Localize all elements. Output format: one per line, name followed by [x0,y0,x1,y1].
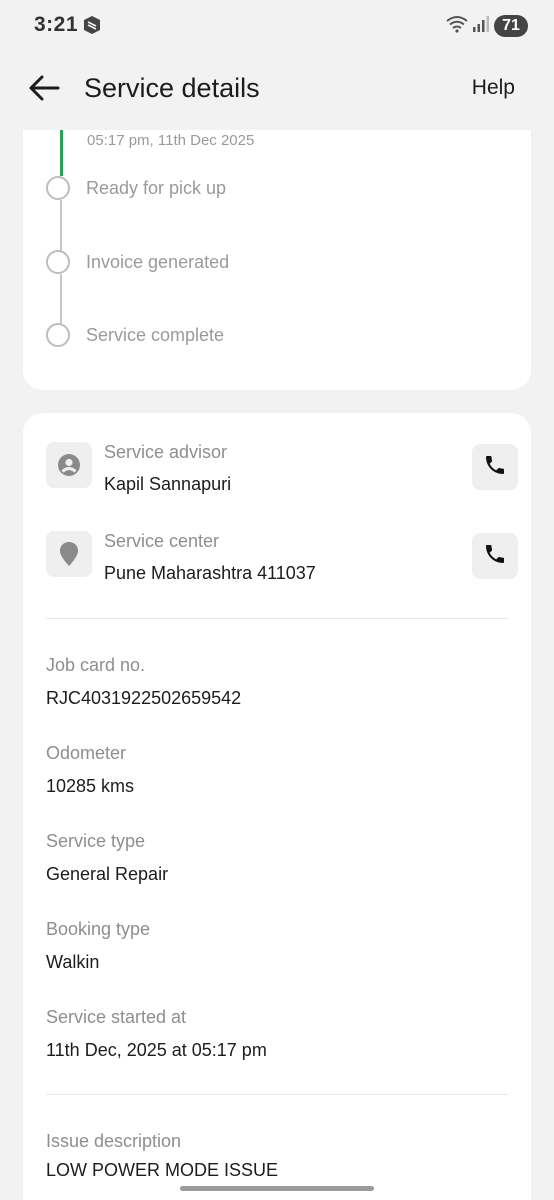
timeline-step-label: Service complete [86,324,225,345]
call-center-button[interactable] [472,533,518,579]
service-type-label: Service type [46,831,146,851]
service-started-field: Service started at 11th Dec, 2025 at 05:… [46,1007,508,1061]
booking-type-value: Walkin [46,952,100,972]
service-advisor-name: Kapil Sannapuri [104,474,232,494]
issue-description-label: Issue description [46,1131,182,1151]
step-circle-icon [46,323,70,347]
location-pin-icon [46,531,92,577]
timeline-step: Invoice generated [46,246,506,278]
timeline-progress-line [60,130,63,176]
booking-type-field: Booking type Walkin [46,919,508,973]
job-card-label: Job card no. [46,655,146,675]
job-card-value: RJC4031922502659542 [46,688,242,708]
odometer-value: 10285 kms [46,776,135,796]
section-divider [46,1094,508,1095]
service-advisor-row: Service advisor Kapil Sannapuri [46,442,518,500]
wifi-icon [446,15,468,38]
arrow-left-icon [28,74,60,107]
service-details-card: Service advisor Kapil Sannapuri Service … [23,413,531,1200]
service-center-address: Pune Maharashtra 411037 [104,563,316,583]
battery-icon: 71 [494,15,528,37]
timeline-connector [60,274,62,324]
app-notification-icon [82,15,102,35]
service-center-row: Service center Pune Maharashtra 411037 [46,531,518,589]
page-title: Service details [84,73,260,103]
service-timeline-card: 05:17 pm, 11th Dec 2025 Ready for pick u… [23,130,531,390]
service-center-label: Service center [104,531,220,551]
service-type-value: General Repair [46,864,169,884]
service-started-label: Service started at [46,1007,187,1027]
status-icons: 71 [446,14,528,38]
signal-icon [472,15,490,38]
timeline-step-label: Invoice generated [86,251,230,272]
timeline-step: Service complete [46,319,506,351]
content-scroll-area[interactable]: 05:17 pm, 11th Dec 2025 Ready for pick u… [0,130,554,1200]
issue-description-value: LOW POWER MODE ISSUE [46,1160,279,1180]
timeline-timestamp: 05:17 pm, 11th Dec 2025 [87,132,255,149]
timeline-step: Ready for pick up [46,172,506,204]
booking-type-label: Booking type [46,919,151,939]
timeline-connector [60,200,62,252]
back-button[interactable] [24,70,64,110]
timeline-step-label: Ready for pick up [86,177,227,198]
service-started-value: 11th Dec, 2025 at 05:17 pm [46,1040,267,1060]
help-link[interactable]: Help [472,76,515,100]
call-advisor-button[interactable] [472,444,518,490]
person-icon [46,442,92,488]
service-advisor-label: Service advisor [104,442,228,462]
odometer-label: Odometer [46,743,127,763]
service-type-field: Service type General Repair [46,831,508,885]
status-bar: 3:21 71 [0,0,554,52]
status-time: 3:21 [34,13,79,36]
app-header: Service details Help [0,52,554,130]
step-circle-icon [46,176,70,200]
job-card-field: Job card no. RJC4031922502659542 [46,655,508,709]
phone-icon [483,453,507,482]
issue-description-field: Issue description LOW POWER MODE ISSUE [46,1131,508,1181]
section-divider [46,618,508,619]
home-indicator[interactable] [180,1186,374,1191]
step-circle-icon [46,250,70,274]
phone-icon [483,542,507,571]
odometer-field: Odometer 10285 kms [46,743,508,797]
